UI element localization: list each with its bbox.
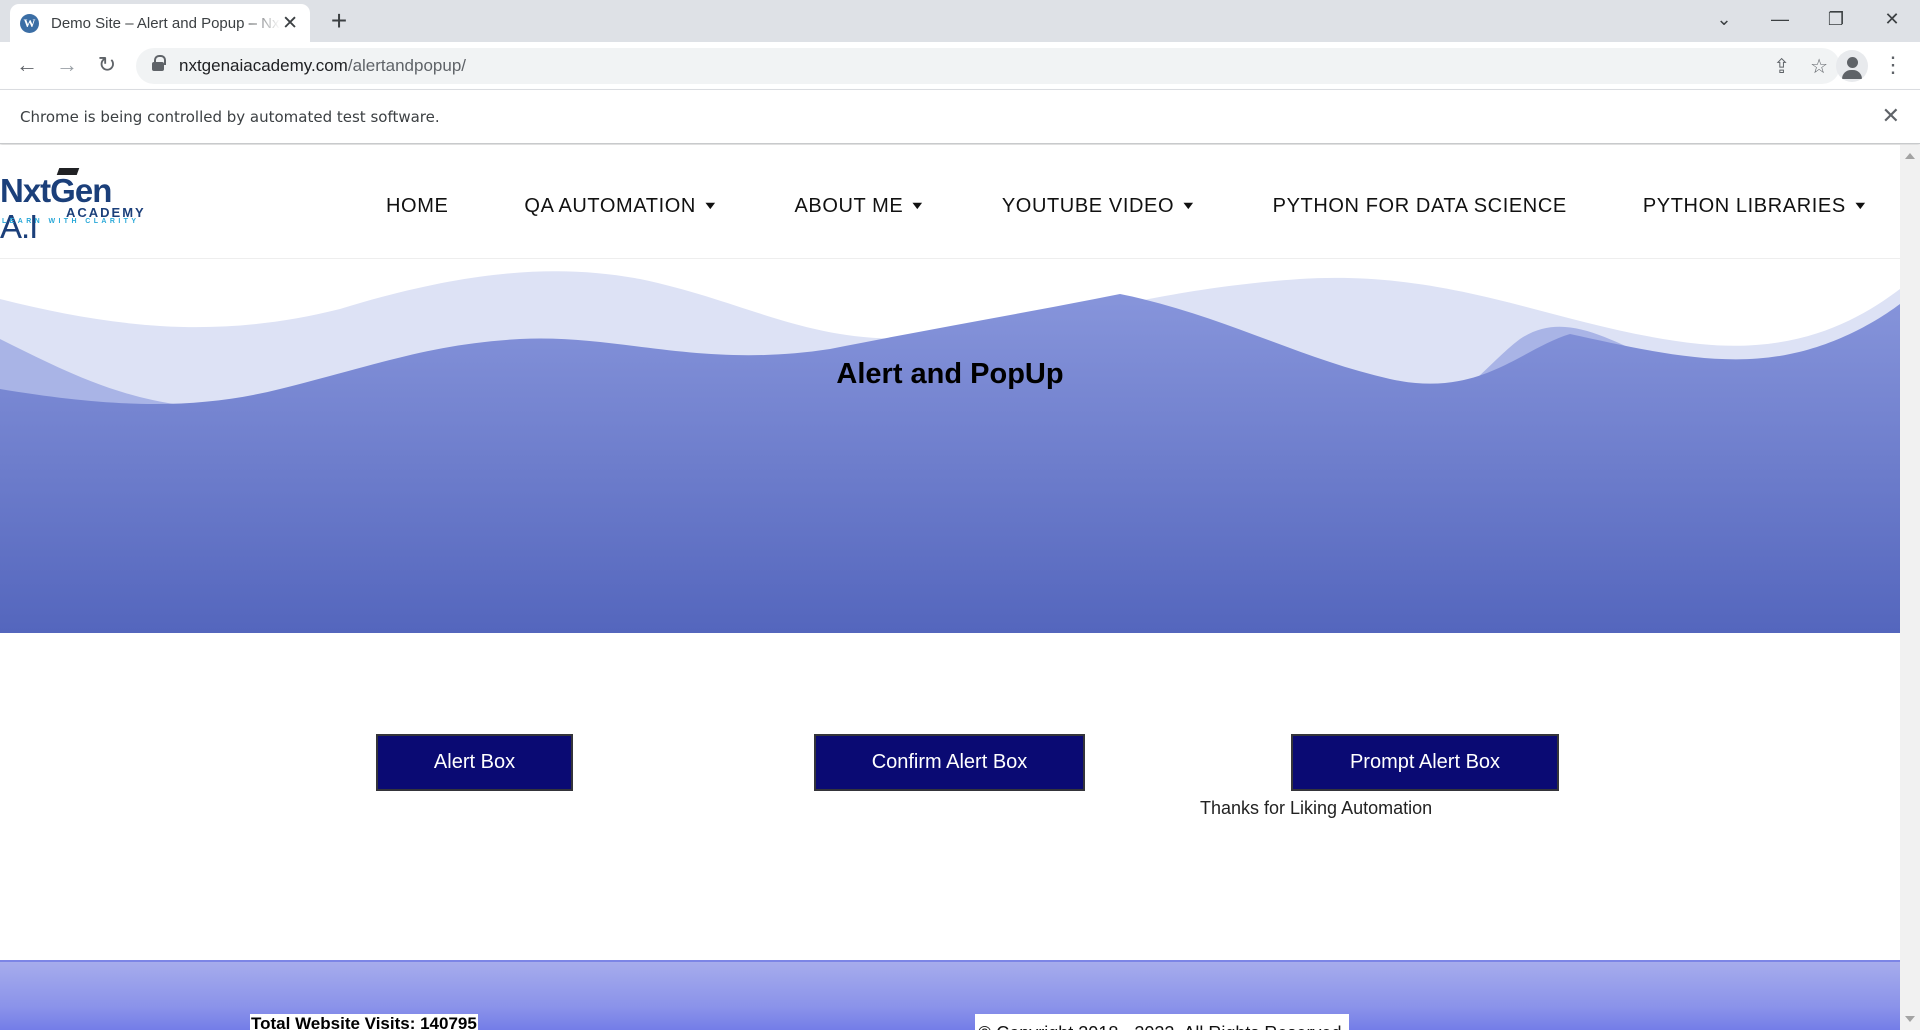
forward-button[interactable]: → <box>52 50 82 80</box>
logo-tagline: LEARN WITH CLARITY <box>2 218 140 225</box>
browser-toolbar: ← → ↻ nxtgenaiacademy.com /alertandpopup… <box>0 42 1920 89</box>
logo-text-ai: A.I <box>0 208 38 245</box>
infobar-message: Chrome is being controlled by automated … <box>20 107 440 126</box>
page-title: Alert and PopUp <box>836 358 1064 390</box>
page-scrollbar[interactable] <box>1900 145 1920 1030</box>
bookmark-star-icon[interactable]: ☆ <box>1810 54 1828 79</box>
nav-python-libraries[interactable]: PYTHON LIBRARIES ▼ <box>1643 195 1870 218</box>
url-host: nxtgenaiacademy.com <box>179 56 348 75</box>
prompt-result-text: Thanks for Liking Automation <box>1200 798 1433 818</box>
chevron-down-icon: ▼ <box>1180 200 1198 212</box>
chevron-down-icon: ▼ <box>1851 200 1870 212</box>
alert-box-button[interactable]: Alert Box <box>376 734 573 791</box>
site-footer: Total Website Visits: 140795 © Copyright… <box>0 960 1900 1030</box>
prompt-alert-box-button[interactable]: Prompt Alert Box <box>1291 734 1559 791</box>
tab-title: Demo Site – Alert and Popup – NxtGen A.I… <box>51 14 280 32</box>
tab-search-icon[interactable]: ⌄ <box>1696 0 1752 38</box>
close-tab-icon[interactable]: ✕ <box>280 12 300 35</box>
chevron-down-icon: ▼ <box>909 200 927 212</box>
wordpress-favicon-icon: W <box>20 13 39 33</box>
new-tab-button[interactable]: + <box>324 6 354 36</box>
url-path: /alertandpopup/ <box>347 56 466 75</box>
page-viewport: NxtGen A.I ACADEMY LEARN WITH CLARITY HO… <box>0 145 1920 1030</box>
infobar-close-icon[interactable]: ✕ <box>1882 103 1900 129</box>
window-controls: ⌄ — ❐ ✕ <box>1696 0 1920 42</box>
nav-python-data-science[interactable]: PYTHON FOR DATA SCIENCE <box>1273 195 1567 218</box>
share-icon[interactable]: ⇪ <box>1773 54 1790 79</box>
close-window-button[interactable]: ✕ <box>1864 0 1920 38</box>
confirm-alert-box-button[interactable]: Confirm Alert Box <box>814 734 1085 791</box>
nav-qa-automation[interactable]: QA AUTOMATION ▼ <box>524 195 720 218</box>
reload-button[interactable]: ↻ <box>92 50 122 80</box>
scroll-up-arrow-icon[interactable] <box>1905 153 1915 159</box>
nav-about-me[interactable]: ABOUT ME ▼ <box>794 195 927 218</box>
minimize-button[interactable]: — <box>1752 0 1808 38</box>
nav-home[interactable]: HOME <box>386 195 448 218</box>
wave-background <box>0 271 1900 633</box>
nav-youtube-video[interactable]: YOUTUBE VIDEO ▼ <box>1002 195 1198 218</box>
automation-infobar: Chrome is being controlled by automated … <box>0 89 1920 144</box>
logo-text-bold: NxtGen <box>0 172 112 209</box>
lock-icon[interactable] <box>152 55 166 72</box>
copyright-notice: © Copyright 2018 - 2022. All Rights Rese… <box>975 1014 1350 1030</box>
hero-banner: Alert and PopUp <box>0 259 1900 633</box>
scroll-down-arrow-icon[interactable] <box>1905 1016 1915 1022</box>
browser-tab[interactable]: W Demo Site – Alert and Popup – NxtGen A… <box>10 4 310 42</box>
site-logo[interactable]: NxtGen A.I ACADEMY LEARN WITH CLARITY <box>0 168 150 245</box>
browser-menu-icon[interactable]: ⋮ <box>1880 50 1906 80</box>
address-bar[interactable]: nxtgenaiacademy.com /alertandpopup/ ⇪ ☆ <box>136 48 1840 84</box>
restore-button[interactable]: ❐ <box>1808 0 1864 38</box>
main-navigation: HOME QA AUTOMATION ▼ ABOUT ME ▼ YOUTUBE VI… <box>386 189 1870 223</box>
profile-avatar-icon[interactable] <box>1836 50 1868 82</box>
back-button[interactable]: ← <box>12 50 42 80</box>
visit-counter: Total Website Visits: 140795 <box>250 1014 478 1030</box>
tab-strip: W Demo Site – Alert and Popup – NxtGen A… <box>0 0 1920 42</box>
site-header: NxtGen A.I ACADEMY LEARN WITH CLARITY HO… <box>0 145 1900 259</box>
chevron-down-icon: ▼ <box>702 200 720 212</box>
